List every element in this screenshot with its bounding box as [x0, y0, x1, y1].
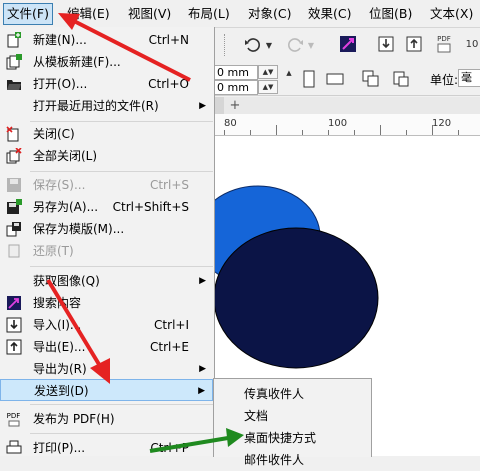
toolbar-grip — [224, 34, 237, 56]
add-tab-button[interactable]: + — [228, 97, 242, 114]
menu-item-search-content[interactable]: 搜索内容 — [0, 292, 213, 314]
horizontal-ruler: 80 100 120 — [214, 114, 480, 136]
menu-bitmaps[interactable]: 位图(B) — [366, 4, 415, 24]
menu-item-publish-pdf[interactable]: PDF 发布为 PDF(H) — [0, 408, 213, 430]
redo-dropdown-icon[interactable]: ▼ — [306, 34, 316, 56]
redo-icon[interactable] — [284, 34, 306, 56]
open-folder-icon — [5, 76, 22, 92]
submenu-arrow-icon: ▶ — [199, 364, 206, 374]
menu-item-open-recent[interactable]: 打开最近用过的文件(R) ▶ — [0, 95, 213, 117]
send-to-submenu: 传真收件人 文档 桌面快捷方式 邮件收件人 — [213, 378, 372, 467]
search-content-icon[interactable] — [338, 34, 358, 54]
menu-object[interactable]: 对象(C) — [245, 4, 294, 24]
all-pages-icon[interactable] — [360, 68, 382, 90]
menu-view[interactable]: 视图(V) — [125, 4, 174, 24]
ruler-tick — [354, 130, 355, 135]
submenu-item-documents[interactable]: 文档 — [244, 405, 268, 427]
menu-separator — [30, 171, 213, 172]
publish-pdf-icon[interactable]: PDF — [432, 32, 456, 56]
landscape-icon[interactable] — [324, 70, 346, 88]
menu-text[interactable]: 文本(X) — [427, 4, 476, 24]
revert-icon — [5, 243, 22, 259]
menu-item-close-all[interactable]: 全部关闭(L) — [0, 145, 213, 167]
ruler-tick — [250, 130, 251, 135]
menu-item-save-as[interactable]: 另存为(A)... Ctrl+Shift+S — [0, 196, 213, 218]
submenu-arrow-icon: ▶ — [199, 101, 206, 111]
menu-item-acquire-image[interactable]: 获取图像(Q) ▶ — [0, 270, 213, 292]
ruler-tick — [406, 130, 407, 135]
save-as-template-icon — [5, 221, 22, 237]
menu-item-send-to[interactable]: 发送到(D) ▶ — [0, 379, 213, 401]
units-select[interactable]: 毫 — [458, 69, 480, 87]
menu-item-export[interactable]: 导出(E)... Ctrl+E — [0, 336, 213, 358]
menu-file[interactable]: 文件(F) — [3, 3, 53, 25]
close-all-icon — [5, 148, 22, 164]
new-from-template-icon — [5, 54, 22, 70]
menu-item-new[interactable]: 新建(N)... Ctrl+N — [0, 29, 213, 51]
ruler-label: 120 — [432, 118, 452, 129]
ruler-label: 80 — [224, 118, 237, 129]
close-document-icon — [5, 126, 22, 142]
menu-item-import[interactable]: 导入(I)... Ctrl+I — [0, 314, 213, 336]
ruler-label: 100 — [328, 118, 348, 129]
ruler-tick — [276, 125, 277, 135]
search-content-icon — [5, 295, 22, 311]
current-page-icon[interactable] — [390, 68, 412, 90]
menu-item-export-as[interactable]: 导出为(R) ▶ — [0, 358, 213, 380]
ruler-tick — [224, 130, 225, 135]
submenu-item-desktop-shortcut[interactable]: 桌面快捷方式 — [244, 427, 316, 449]
save-as-icon — [5, 199, 22, 215]
document-tab[interactable] — [214, 97, 224, 114]
property-bar: 0 mm ▲▼ 0 mm ▲▼ ▲ 单位: 毫 — [214, 63, 480, 96]
menu-separator — [30, 404, 213, 405]
height-field[interactable]: 0 mm — [214, 80, 258, 95]
submenu-arrow-icon: ▶ — [199, 276, 206, 286]
ruler-tick — [302, 130, 303, 135]
portrait-icon[interactable] — [300, 68, 318, 90]
print-icon — [5, 440, 22, 456]
import-icon[interactable] — [376, 34, 396, 54]
ruler-tick — [380, 125, 381, 135]
menu-item-open[interactable]: 打开(O)... Ctrl+O — [0, 73, 213, 95]
height-stepper[interactable]: ▲▼ — [258, 80, 278, 94]
export-icon[interactable] — [404, 34, 424, 54]
menu-layout[interactable]: 布局(L) — [185, 4, 233, 24]
menu-bar: 文件(F) 编辑(E) 视图(V) 布局(L) 对象(C) 效果(C) 位图(B… — [0, 0, 480, 28]
ruler-tick — [458, 130, 459, 135]
document-tabs: + — [214, 97, 480, 115]
zoom-level-icon[interactable]: 10 — [464, 34, 480, 54]
width-stepper[interactable]: ▲▼ — [258, 65, 278, 79]
undo-dropdown-icon[interactable]: ▼ — [264, 34, 274, 56]
menu-item-save-as-template[interactable]: 保存为模版(M)... — [0, 218, 213, 240]
pdf-label: PDF — [437, 35, 451, 43]
menu-item-new-from-template[interactable]: 从模板新建(F)... — [0, 51, 213, 73]
menu-item-save[interactable]: 保存(S)... Ctrl+S — [0, 174, 213, 196]
publish-pdf-icon: PDF — [5, 411, 22, 427]
submenu-item-fax-recipient[interactable]: 传真收件人 — [244, 383, 304, 405]
lock-ratio-icon[interactable]: ▲ — [284, 68, 294, 78]
menu-effects[interactable]: 效果(C) — [305, 4, 354, 24]
import-icon — [5, 317, 22, 333]
export-icon — [5, 339, 22, 355]
file-menu: 新建(N)... Ctrl+N 从模板新建(F)... 打开(O)... Ctr… — [0, 27, 215, 456]
menu-item-revert[interactable]: 还原(T) — [0, 240, 213, 262]
submenu-item-mail-recipient[interactable]: 邮件收件人 — [244, 449, 304, 471]
menu-edit[interactable]: 编辑(E) — [64, 4, 113, 24]
menu-separator — [30, 433, 213, 434]
submenu-arrow-icon: ▶ — [198, 386, 205, 396]
units-label: 单位: — [430, 73, 459, 87]
menu-separator — [30, 266, 213, 267]
menu-item-close[interactable]: 关闭(C) — [0, 123, 213, 145]
width-field[interactable]: 0 mm — [214, 65, 258, 80]
navy-ellipse — [214, 227, 379, 369]
menu-separator — [30, 121, 213, 122]
ruler-tick — [328, 130, 329, 135]
undo-icon[interactable] — [242, 34, 264, 56]
new-document-icon — [5, 32, 22, 48]
save-icon — [5, 177, 22, 193]
